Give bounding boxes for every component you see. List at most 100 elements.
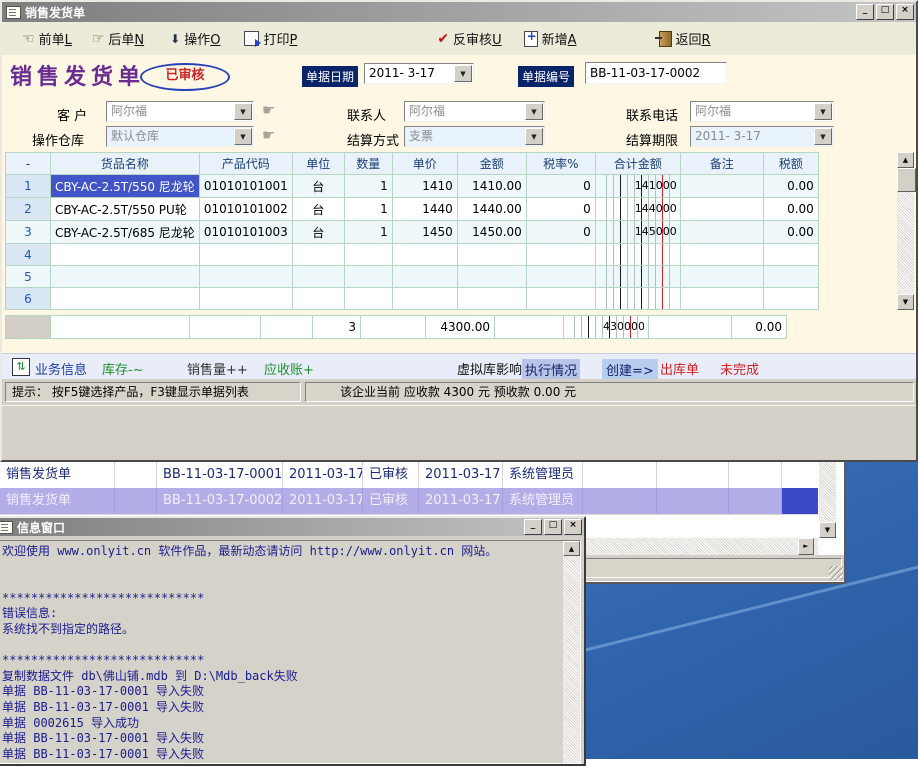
settle-term-combo[interactable]: 2011- 3-17▼ (690, 126, 834, 147)
grid-header[interactable]: 税率% (526, 153, 595, 175)
grid-row-number[interactable]: 1 (6, 175, 51, 198)
grid-header[interactable]: 数量 (344, 153, 392, 175)
settle-method-combo[interactable]: 支票▼ (404, 126, 545, 147)
grid-cell[interactable] (344, 288, 392, 310)
refresh-icon[interactable]: ⇅ (12, 358, 30, 376)
grid-cell[interactable] (457, 266, 526, 288)
list-cell-cursor[interactable] (782, 488, 818, 514)
list-row-selected[interactable]: 销售发货单 BB-11-03-17-0002 2011-03-17 已审核 20… (0, 488, 818, 515)
list-cell-docno[interactable]: BB-11-03-17-0002 (157, 488, 283, 514)
list-cell[interactable] (729, 462, 782, 488)
grid-cell-total-digits[interactable] (595, 288, 680, 310)
list-cell-type[interactable]: 销售发货单 (0, 488, 115, 514)
grid-cell-name[interactable]: CBY-AC-2.5T/685 尼龙轮 (51, 221, 200, 244)
grid-cell-amount[interactable]: 1440.00 (457, 198, 526, 221)
contact-combo[interactable]: 阿尔福▼ (404, 101, 545, 122)
close-button[interactable]: × (564, 519, 582, 535)
list-cell[interactable] (583, 488, 657, 514)
resize-grip[interactable] (829, 566, 843, 580)
list-cell-status[interactable]: 已审核 (363, 462, 419, 488)
grid-row-number[interactable]: 6 (6, 288, 51, 310)
grid-cell[interactable] (292, 266, 344, 288)
scroll-down-button[interactable]: ▼ (819, 522, 836, 538)
phone-combo[interactable]: 阿尔福▼ (690, 101, 834, 122)
grid-header[interactable]: 货品名称 (51, 153, 200, 175)
list-cell-date[interactable]: 2011-03-17 (283, 462, 363, 488)
scroll-thumb[interactable] (897, 168, 916, 192)
create-link[interactable]: 创建=> (602, 359, 658, 380)
list-cell-status[interactable]: 已审核 (363, 488, 419, 514)
exec-status-link[interactable]: 执行情况 (522, 359, 580, 380)
chevron-down-icon[interactable]: ▼ (525, 128, 543, 145)
unaudit-button[interactable]: ✔ 反审核U (431, 27, 507, 51)
grid-cell[interactable] (526, 244, 595, 266)
grid-cell-total-digits[interactable]: 141000 (595, 175, 680, 198)
grid-row[interactable]: 4 (6, 244, 819, 266)
grid-cell-taxrate[interactable]: 0 (526, 198, 595, 221)
grid-cell[interactable] (199, 244, 292, 266)
grid-header[interactable]: 备注 (680, 153, 763, 175)
grid-cell[interactable] (344, 244, 392, 266)
grid-cell[interactable] (292, 244, 344, 266)
outbound-doc-link[interactable]: 出库单 (660, 359, 699, 378)
chevron-down-icon[interactable]: ▼ (814, 128, 832, 145)
grid-cell-taxrate[interactable]: 0 (526, 175, 595, 198)
maximize-button[interactable]: □ (876, 4, 894, 20)
grid-cell-remark[interactable] (680, 175, 763, 198)
grid-cell-code[interactable]: 01010101001 (199, 175, 292, 198)
return-button[interactable]: 返回R (653, 27, 717, 51)
info-vertical-scrollbar[interactable]: ▲ (563, 541, 580, 763)
grid-cell[interactable] (392, 244, 457, 266)
grid-header[interactable]: 单位 (292, 153, 344, 175)
grid-cell-amount[interactable]: 1410.00 (457, 175, 526, 198)
info-titlebar[interactable]: 信息窗口 _ □ × (0, 518, 584, 536)
list-cell[interactable] (729, 488, 782, 514)
grid-header[interactable]: 金额 (457, 153, 526, 175)
grid-cell-unit[interactable]: 台 (292, 221, 344, 244)
grid-cell-code[interactable]: 01010101002 (199, 198, 292, 221)
doc-no-input[interactable]: BB-11-03-17-0002 (585, 62, 727, 84)
grid-cell-tax[interactable]: 0.00 (763, 221, 818, 244)
grid-cell-name[interactable]: CBY-AC-2.5T/550 PU轮 (51, 198, 200, 221)
warehouse-combo[interactable]: 默认仓库▼ (106, 126, 254, 147)
grid-cell[interactable] (763, 266, 818, 288)
grid-cell-taxrate[interactable]: 0 (526, 221, 595, 244)
next-doc-button[interactable]: ☞ 后单N (86, 27, 150, 51)
list-cell-audit-date[interactable]: 2011-03-17 (419, 462, 503, 488)
list-cell[interactable] (115, 462, 157, 488)
chevron-down-icon[interactable]: ▼ (234, 103, 252, 120)
grid-cell-tax[interactable]: 0.00 (763, 198, 818, 221)
list-cell[interactable] (657, 488, 729, 514)
chevron-down-icon[interactable]: ▼ (454, 65, 472, 82)
minimize-button[interactable]: _ (856, 4, 874, 20)
grid-cell-total-digits[interactable]: 145000 (595, 221, 680, 244)
grid-cell-tax[interactable]: 0.00 (763, 175, 818, 198)
list-cell-operator[interactable]: 系统管理员 (503, 488, 583, 514)
scroll-right-button[interactable]: ► (798, 538, 814, 555)
grid-cell-name[interactable]: CBY-AC-2.5T/550 尼龙轮 (51, 175, 200, 198)
grid-cell[interactable] (292, 288, 344, 310)
grid-row[interactable]: 3 CBY-AC-2.5T/685 尼龙轮 01010101003 台 1 14… (6, 221, 819, 244)
close-button[interactable]: × (896, 4, 914, 20)
grid-cell-unit[interactable]: 台 (292, 175, 344, 198)
grid-cell[interactable] (51, 266, 200, 288)
grid-cell[interactable] (344, 266, 392, 288)
grid-cell-amount[interactable]: 1450.00 (457, 221, 526, 244)
grid-cell[interactable] (392, 288, 457, 310)
grid-vertical-scrollbar[interactable]: ▲ ▼ (897, 152, 914, 310)
grid-cell-qty[interactable]: 1 (344, 198, 392, 221)
grid-header[interactable]: 产品代码 (199, 153, 292, 175)
prev-doc-button[interactable]: ☜ 前单L (16, 27, 78, 51)
grid-cell[interactable] (199, 266, 292, 288)
chevron-down-icon[interactable]: ▼ (234, 128, 252, 145)
scroll-up-button[interactable]: ▲ (563, 541, 580, 556)
list-cell-audit-date[interactable]: 2011-03-17 (419, 488, 503, 514)
titlebar[interactable]: 销售发货单 _ □ × (2, 2, 916, 22)
list-cell-docno[interactable]: BB-11-03-17-0001 (157, 462, 283, 488)
list-cell[interactable] (583, 462, 657, 488)
grid-row[interactable]: 6 (6, 288, 819, 310)
grid-cell-price[interactable]: 1410 (392, 175, 457, 198)
hand-pointer-icon[interactable]: ☛ (262, 103, 275, 118)
grid-cell[interactable] (457, 244, 526, 266)
grid-cell[interactable] (526, 288, 595, 310)
